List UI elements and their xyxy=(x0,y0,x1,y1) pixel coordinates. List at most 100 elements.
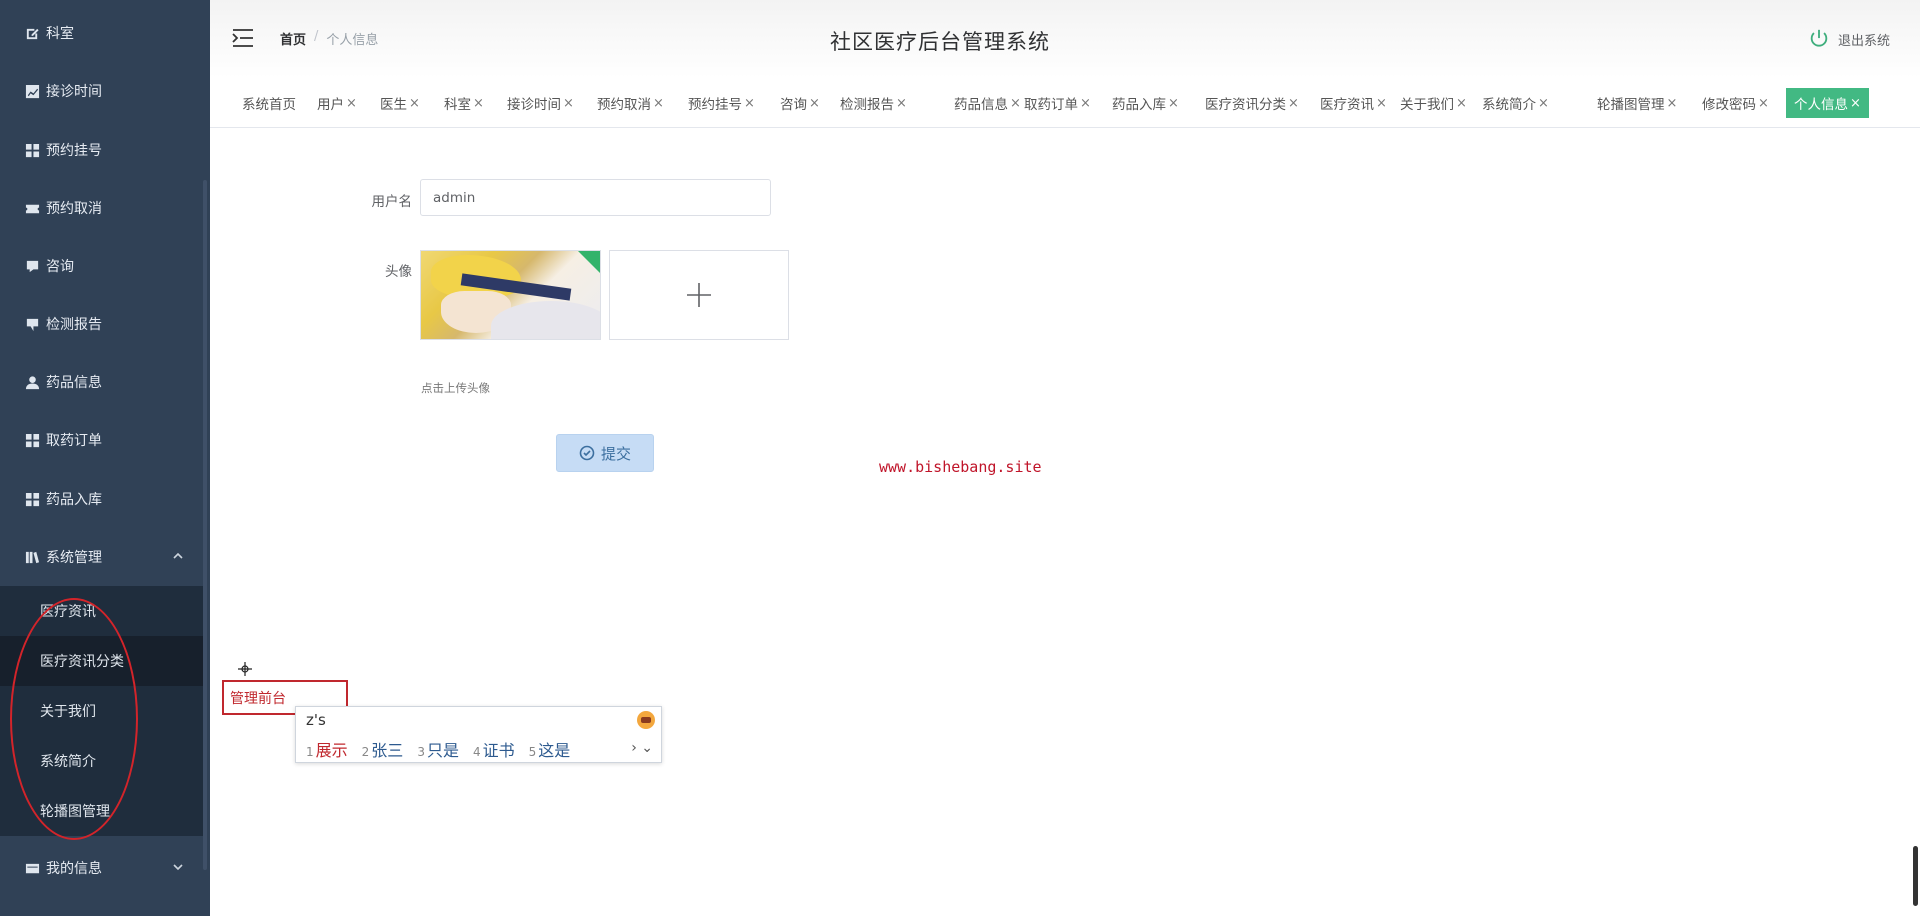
sidebar-item-drug-stock[interactable]: 药品入库 xyxy=(0,470,200,528)
tab-tag[interactable]: 医疗资讯 × xyxy=(1318,88,1389,118)
username-label: 用户名 xyxy=(371,194,413,210)
close-icon[interactable]: × xyxy=(409,96,420,111)
sidebar: 科室 接诊时间 预约挂号 预约取消 咨询 检测报告 药品信息 取药订单 药品入库… xyxy=(0,0,210,916)
chevron-down-icon xyxy=(172,861,184,873)
top-header: 首页 / 个人信息 社区医疗后台管理系统 退出系统 xyxy=(210,0,1920,78)
close-icon[interactable]: × xyxy=(809,96,820,111)
close-icon[interactable]: × xyxy=(744,96,755,111)
close-icon[interactable]: × xyxy=(896,96,907,111)
close-icon[interactable]: × xyxy=(563,96,574,111)
close-icon[interactable]: × xyxy=(1667,96,1678,111)
tab-tag[interactable]: 药品信息 × xyxy=(952,88,1023,118)
ime-candidate[interactable]: 4 证书 xyxy=(473,737,515,761)
tab-label: 预约取消 xyxy=(597,97,651,113)
avatar-image[interactable] xyxy=(420,250,601,340)
tab-tag[interactable]: 医生 × xyxy=(378,88,422,118)
close-icon[interactable]: × xyxy=(1850,96,1861,111)
ime-candidate[interactable]: 2 张三 xyxy=(362,737,404,761)
comment-icon xyxy=(24,316,40,332)
sidebar-item-label: 药品信息 xyxy=(46,375,102,391)
sidebar-item-my-info[interactable]: 我的信息 xyxy=(0,839,200,897)
crosshair-cursor-icon xyxy=(238,662,252,676)
tab-label: 科室 xyxy=(444,97,471,113)
sidebar-scrollbar[interactable] xyxy=(203,180,207,870)
close-icon[interactable]: × xyxy=(653,96,664,111)
breadcrumb-current: 个人信息 xyxy=(326,33,379,48)
tab-tag[interactable]: 检测报告 × xyxy=(838,88,909,118)
close-icon[interactable]: × xyxy=(1376,96,1387,111)
tab-tag[interactable]: 取药订单 × xyxy=(1022,88,1093,118)
tab-label: 药品入库 xyxy=(1112,97,1166,113)
sidebar-item-label: 预约挂号 xyxy=(46,143,102,159)
close-icon[interactable]: × xyxy=(473,96,484,111)
close-icon[interactable]: × xyxy=(346,96,357,111)
card-icon xyxy=(24,860,40,876)
sidebar-item-label: 我的信息 xyxy=(46,861,102,877)
close-icon[interactable]: × xyxy=(1288,96,1299,111)
sidebar-item-label: 系统管理 xyxy=(46,550,102,566)
tab-label: 修改密码 xyxy=(1702,97,1756,113)
tab-tag[interactable]: 药品入库 × xyxy=(1110,88,1181,118)
ime-candidate-window: z's 1 展示 2 张三 3 只是 4 证书 5 这是 › ⌄ xyxy=(295,706,662,763)
sidebar-item-label: 取药订单 xyxy=(46,433,102,449)
sidebar-item-drug-order[interactable]: 取药订单 xyxy=(0,411,200,469)
close-icon[interactable]: × xyxy=(1168,96,1179,111)
tab-tag[interactable]: 轮播图管理 × xyxy=(1595,88,1679,118)
sidebar-item-department[interactable]: 科室 xyxy=(0,4,200,62)
page-scrollbar[interactable] xyxy=(1913,846,1918,906)
tab-tag[interactable]: 个人信息 × xyxy=(1786,88,1869,118)
tab-tag[interactable]: 预约取消 × xyxy=(595,88,666,118)
ime-candidate[interactable]: 3 只是 xyxy=(417,737,459,761)
tab-tag[interactable]: 接诊时间 × xyxy=(505,88,576,118)
tab-tag[interactable]: 系统简介 × xyxy=(1480,88,1551,118)
chevron-up-icon xyxy=(172,550,184,562)
tab-tag[interactable]: 用户 × xyxy=(315,88,359,118)
tags-bar: 系统首页 用户 × 医生 × 科室 × 接诊时间 × 预约取消 × 预约挂号 × 咨询 × 检测报告 × 药品信息… xyxy=(210,84,1920,128)
plus-icon xyxy=(687,283,711,307)
tab-label: 咨询 xyxy=(780,97,807,113)
menu-toggle-icon[interactable] xyxy=(232,28,254,48)
tab-label: 医疗资讯分类 xyxy=(1205,97,1286,113)
check-circle-icon xyxy=(579,445,595,461)
tab-tag[interactable]: 医疗资讯分类 × xyxy=(1203,88,1301,118)
tab-label: 预约挂号 xyxy=(688,97,742,113)
close-icon[interactable]: × xyxy=(1456,96,1467,111)
sidebar-item-appointment-cancel[interactable]: 预约取消 xyxy=(0,179,200,237)
tab-tag[interactable]: 关于我们 × xyxy=(1398,88,1469,118)
sidebar-item-consult[interactable]: 咨询 xyxy=(0,237,200,295)
tab-label: 用户 xyxy=(317,97,344,113)
close-icon[interactable]: × xyxy=(1080,96,1091,111)
library-icon xyxy=(24,549,40,565)
tab-home[interactable]: 系统首页 xyxy=(240,88,298,118)
ime-candidate[interactable]: 1 展示 xyxy=(306,737,348,761)
tab-tag[interactable]: 咨询 × xyxy=(778,88,822,118)
sidebar-item-drug-info[interactable]: 药品信息 xyxy=(0,353,200,411)
tab-tag[interactable]: 科室 × xyxy=(442,88,486,118)
sidebar-item-label: 咨询 xyxy=(46,259,74,275)
sidebar-item-appointment[interactable]: 预约挂号 xyxy=(0,121,200,179)
tab-label: 关于我们 xyxy=(1400,97,1454,113)
ime-page-nav[interactable]: › ⌄ xyxy=(631,740,653,756)
avatar-upload-button[interactable] xyxy=(609,250,789,340)
sidebar-item-label: 预约取消 xyxy=(46,201,102,217)
submit-button[interactable]: 提交 xyxy=(556,434,654,472)
tab-tag[interactable]: 预约挂号 × xyxy=(686,88,757,118)
sidebar-item-system-manage[interactable]: 系统管理 xyxy=(0,528,200,586)
logout-button[interactable]: 退出系统 xyxy=(1808,28,1890,50)
ime-candidate[interactable]: 5 这是 xyxy=(529,737,571,761)
close-icon[interactable]: × xyxy=(1538,96,1549,111)
sidebar-item-test-report[interactable]: 检测报告 xyxy=(0,295,200,353)
tab-label: 个人信息 xyxy=(1794,97,1848,113)
breadcrumb-home[interactable]: 首页 xyxy=(280,29,306,48)
grid-icon xyxy=(24,491,40,507)
username-input[interactable]: admin xyxy=(420,179,771,216)
tab-label: 系统简介 xyxy=(1482,97,1536,113)
close-icon[interactable]: × xyxy=(1010,96,1021,111)
tab-tag[interactable]: 修改密码 × xyxy=(1700,88,1771,118)
close-icon[interactable]: × xyxy=(1758,96,1769,111)
sidebar-item-reception-time[interactable]: 接诊时间 xyxy=(0,62,200,120)
power-icon xyxy=(1810,29,1828,47)
red-circle-annotation xyxy=(10,598,138,840)
sidebar-item-label: 药品入库 xyxy=(46,492,102,508)
sidebar-item-label: 接诊时间 xyxy=(46,84,102,100)
